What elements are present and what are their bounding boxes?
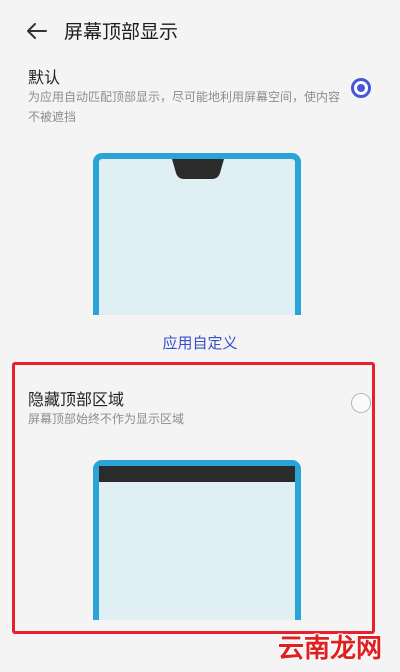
page-title: 屏幕顶部显示 (64, 21, 179, 43)
option-default-title: 默认 (28, 68, 61, 87)
notch-phone-illustration (93, 153, 301, 315)
option-default-radio[interactable] (351, 78, 371, 98)
option-default-description: 为应用自动匹配顶部显示，尽可能地利用屏幕空间，使内容不被遮挡 (28, 90, 341, 124)
watermark-text: 云南龙网 (278, 634, 382, 664)
app-custom-link[interactable]: 应用自定义 (0, 332, 400, 353)
back-arrow-icon (27, 23, 47, 39)
watermark-logo: 云南龙网 (277, 633, 383, 665)
highlight-frame (12, 362, 375, 634)
back-button[interactable] (22, 16, 52, 46)
header: 屏幕顶部显示 (0, 0, 400, 60)
